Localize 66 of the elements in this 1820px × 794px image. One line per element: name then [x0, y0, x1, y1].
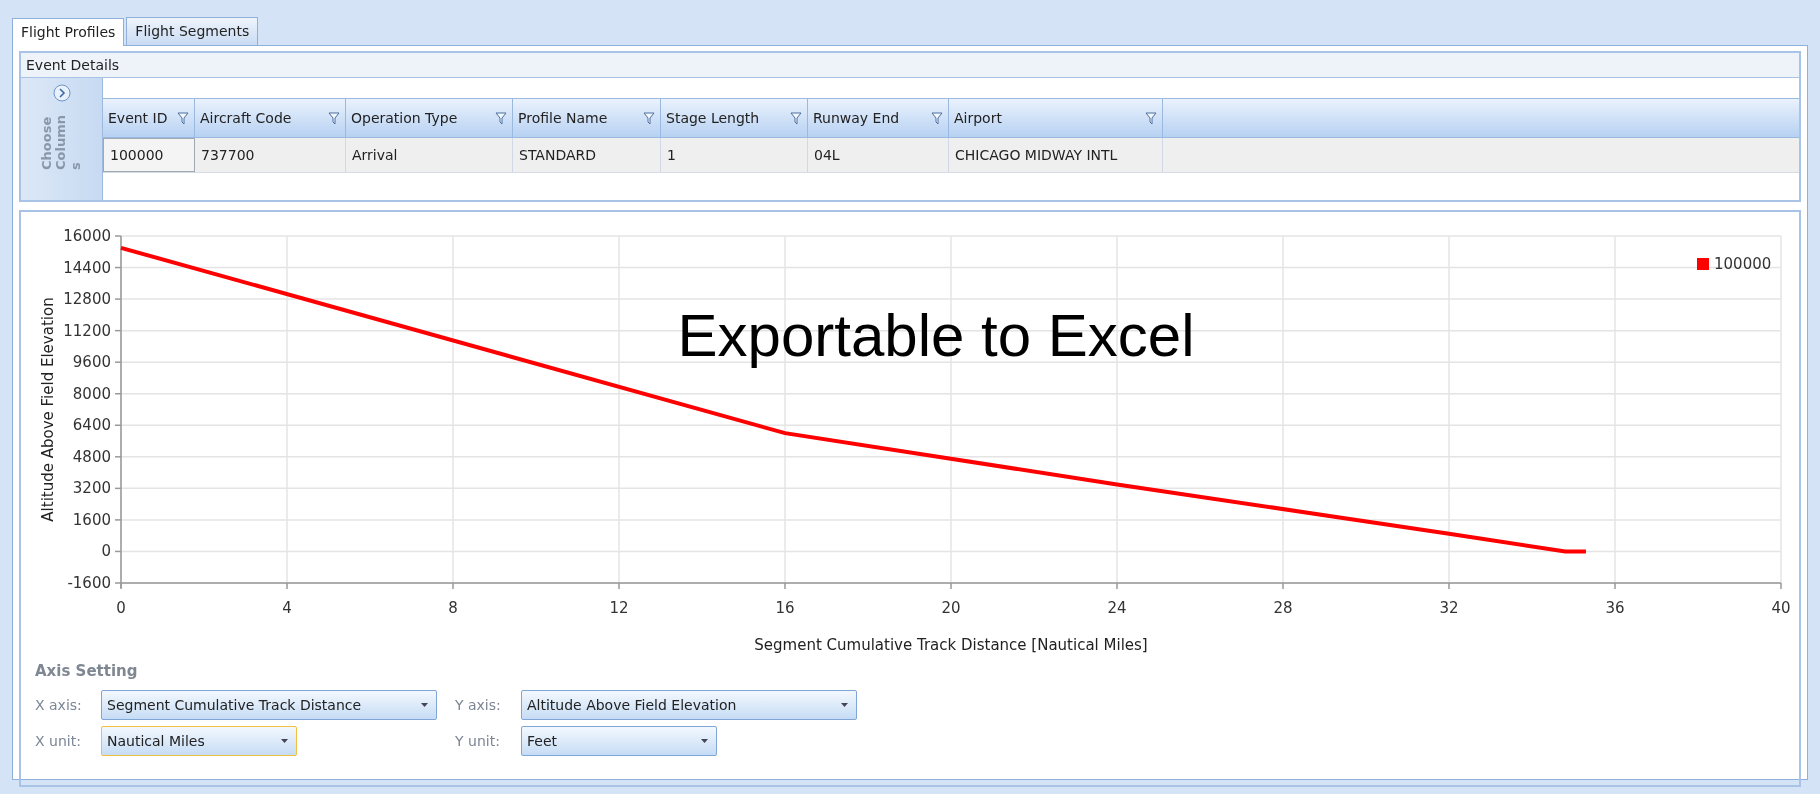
caret-icon — [421, 703, 428, 707]
column-header[interactable]: Operation Type — [346, 99, 513, 137]
x-tick-label: 24 — [1107, 599, 1127, 617]
x-tick-label: 16 — [775, 599, 795, 617]
field-label: Y axis: — [455, 697, 502, 713]
y-tick-label: 4800 — [72, 447, 111, 466]
x-tick-label: 36 — [1605, 599, 1625, 617]
filter-icon[interactable] — [1145, 111, 1157, 125]
y-tick-label: 12800 — [63, 290, 111, 309]
choose-columns-label: Choose Columns — [40, 114, 83, 170]
section-title: Axis Setting — [35, 662, 139, 680]
dropdown[interactable]: Nautical Miles — [101, 726, 297, 756]
y-tick-label: 6400 — [72, 416, 111, 435]
annotation-text: Exportable to Excel — [677, 302, 1195, 369]
table-cell: CHICAGO MIDWAY INTL — [949, 138, 1163, 172]
field-label: X axis: — [35, 697, 83, 713]
filter-icon[interactable] — [328, 111, 340, 125]
column-header[interactable]: Runway End — [808, 99, 949, 137]
y-tick-label: 16000 — [63, 227, 111, 245]
y-tick-label: -1600 — [67, 574, 111, 592]
x-tick-label: 32 — [1439, 599, 1459, 617]
y-tick-label: 1600 — [72, 510, 111, 529]
table-cell: 04L — [808, 138, 949, 172]
table-cell: STANDARD — [513, 138, 661, 172]
table-cell: 737700 — [195, 138, 346, 172]
y-tick-label: 8000 — [72, 384, 111, 403]
y-tick-label: 0 — [101, 542, 111, 561]
y-tick-label: 14400 — [63, 258, 111, 277]
caret-icon — [701, 739, 708, 743]
table-cell: 1 — [661, 138, 808, 172]
column-header[interactable]: Profile Name — [513, 99, 661, 137]
x-tick-label: 4 — [282, 599, 292, 617]
x-tick-label: 28 — [1273, 599, 1293, 617]
x-axis-title: Segment Cumulative Track Distance [Nautical Miles] — [754, 636, 1148, 654]
field-label: X unit: — [35, 733, 82, 749]
filter-icon[interactable] — [931, 111, 943, 125]
filter-icon[interactable] — [495, 111, 507, 125]
column-header[interactable]: Stage Length — [661, 99, 808, 137]
x-tick-label: 0 — [116, 599, 126, 617]
table-cell: 100000 — [103, 138, 195, 172]
x-tick-label: 40 — [1771, 599, 1791, 617]
caret-icon — [841, 703, 848, 707]
field-label: Y unit: — [455, 733, 501, 749]
column-header[interactable]: Event ID — [103, 99, 195, 137]
x-tick-label: 8 — [448, 599, 458, 617]
dropdown[interactable]: Altitude Above Field Elevation — [521, 690, 857, 720]
table-cell: Arrival — [346, 138, 513, 172]
y-axis-title: Altitude Above Field Elevation — [39, 297, 57, 522]
dropdown[interactable]: Segment Cumulative Track Distance — [101, 690, 437, 720]
legend-label: 100000 — [1714, 255, 1772, 273]
column-header[interactable]: Airport — [949, 99, 1163, 137]
dropdown[interactable]: Feet — [521, 726, 717, 756]
tab[interactable]: Flight Segments — [126, 17, 259, 45]
column-header[interactable]: Aircraft Code — [195, 99, 346, 137]
y-tick-label: 9600 — [72, 353, 111, 372]
section-title: Event Details — [21, 53, 1799, 78]
caret-icon — [281, 739, 288, 743]
filter-icon[interactable] — [643, 111, 655, 125]
x-tick-label: 12 — [609, 599, 629, 617]
y-tick-label: 11200 — [63, 321, 111, 340]
y-tick-label: 3200 — [72, 479, 111, 498]
x-tick-label: 20 — [941, 599, 961, 617]
filter-icon[interactable] — [790, 111, 802, 125]
tab[interactable]: Flight Profiles — [12, 18, 125, 46]
filter-icon[interactable] — [177, 111, 189, 125]
expand-icon[interactable] — [52, 84, 71, 102]
